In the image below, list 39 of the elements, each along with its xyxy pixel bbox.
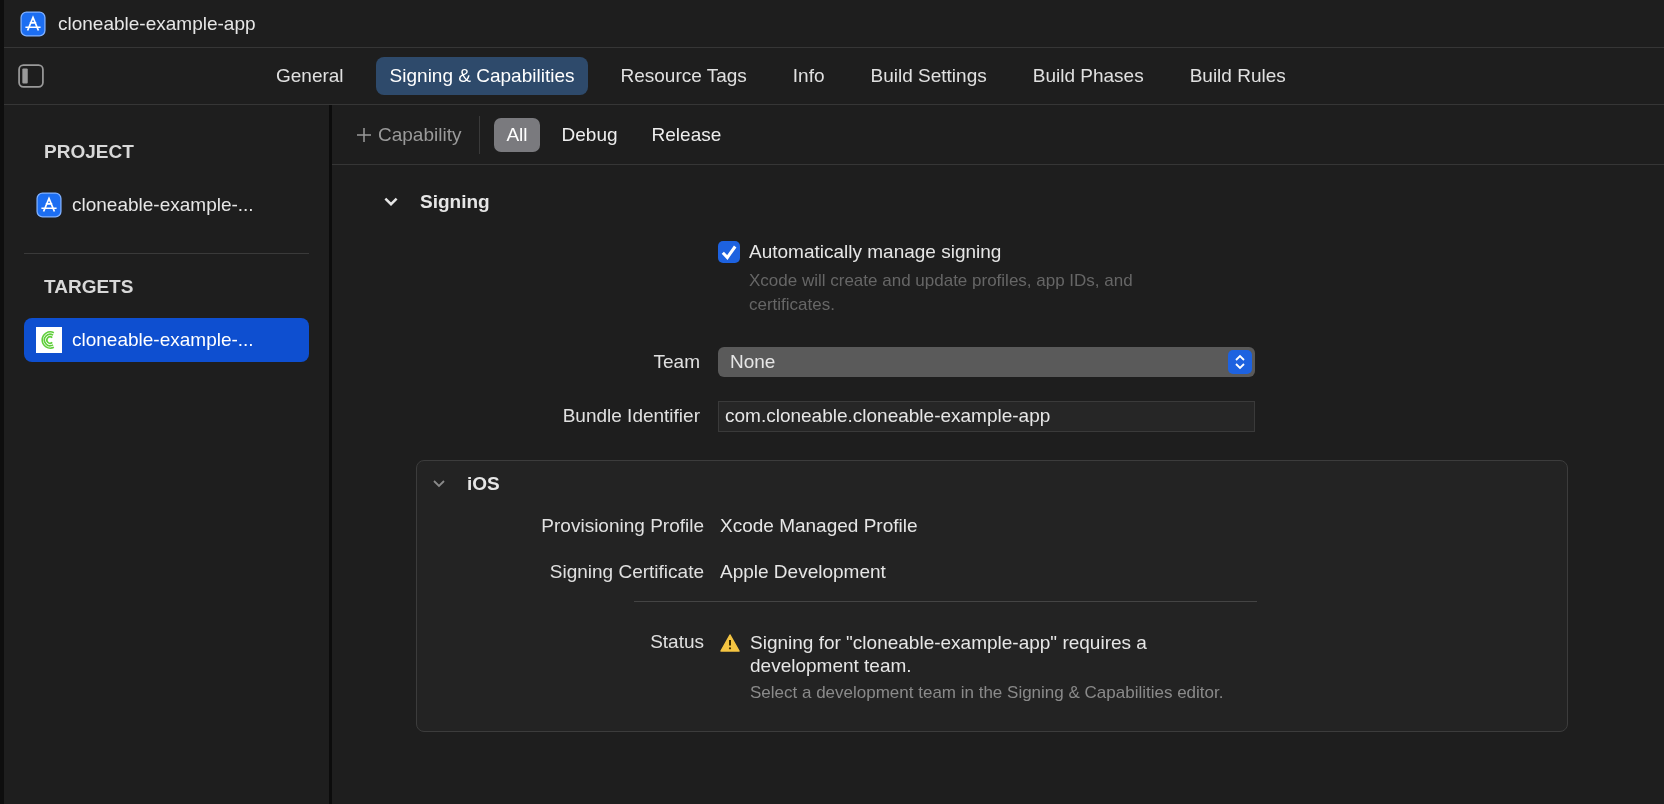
filter-button[interactable]: Release bbox=[639, 117, 734, 152]
checkbox-label: Automatically manage signing bbox=[749, 241, 1002, 263]
tab[interactable]: Resource Tags bbox=[606, 57, 761, 95]
status-message: Signing for "cloneable-example-app" requires a development team. bbox=[750, 630, 1148, 679]
target-icon bbox=[36, 327, 62, 353]
dropdown-arrows-icon bbox=[1228, 349, 1252, 374]
sidebar-toggle-icon[interactable] bbox=[18, 64, 44, 88]
filter-button[interactable]: Debug bbox=[549, 117, 630, 152]
filter-button[interactable]: All bbox=[494, 117, 540, 152]
section-title: iOS bbox=[467, 472, 500, 495]
field-label: Bundle Identifier bbox=[561, 405, 700, 428]
tab[interactable]: Info bbox=[778, 57, 839, 95]
add-capability-button[interactable]: Capability bbox=[352, 119, 466, 150]
tab[interactable]: Build Settings bbox=[856, 57, 1001, 95]
window-title: cloneable-example-app bbox=[58, 12, 256, 35]
tab[interactable]: Build Phases bbox=[1018, 57, 1158, 95]
sidebar-item[interactable]: cloneable-example-... bbox=[24, 183, 309, 227]
tab[interactable]: Build Rules bbox=[1175, 57, 1300, 95]
checkbox[interactable] bbox=[718, 241, 740, 263]
section-heading: PROJECT bbox=[43, 140, 135, 164]
bundle-identifier-field[interactable]: com.cloneable.cloneable-example-app bbox=[718, 400, 1255, 432]
status-hint: Select a development team in the Signing & Capabilities editor. bbox=[750, 682, 1225, 704]
tab[interactable]: Signing & Capabilities bbox=[375, 57, 589, 95]
app-icon bbox=[36, 192, 62, 218]
plus-icon bbox=[356, 126, 372, 143]
warning-icon bbox=[720, 633, 740, 652]
field-label: Signing Certificate bbox=[548, 560, 704, 583]
field-label: Team bbox=[652, 350, 700, 373]
field-value: Xcode Managed Profile bbox=[720, 514, 919, 537]
sidebar-item[interactable]: cloneable-example-... bbox=[24, 318, 309, 362]
section-title: Signing bbox=[420, 191, 490, 213]
field-label: Status bbox=[649, 630, 704, 654]
description-text: Xcode will create and update profiles, app IDs, and certificates. bbox=[749, 270, 1134, 316]
team-dropdown[interactable]: None bbox=[718, 346, 1255, 377]
app-icon bbox=[20, 10, 46, 37]
section-heading: TARGETS bbox=[43, 275, 135, 299]
tab[interactable]: General bbox=[262, 57, 358, 95]
field-label: Provisioning Profile bbox=[540, 514, 704, 537]
field-value: Apple Development bbox=[720, 560, 887, 583]
